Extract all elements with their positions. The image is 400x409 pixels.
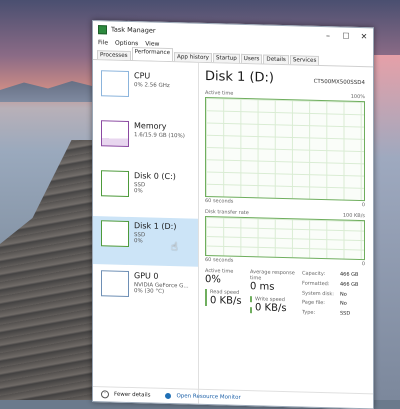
tab-services[interactable]: Services: [289, 55, 320, 65]
tab-users[interactable]: Users: [240, 53, 263, 64]
detail-title: Disk 1 (D:): [205, 68, 274, 86]
active-time-graph-label: Active time: [205, 89, 234, 97]
wallpaper-sky-strip: [370, 55, 400, 400]
resource-usage: 0%: [134, 188, 143, 195]
tab-performance[interactable]: Performance: [131, 47, 174, 62]
resource-monitor-icon[interactable]: [165, 392, 172, 400]
response-time-value: 0 ms: [250, 281, 275, 293]
cpu-thumbnail-graph: [101, 70, 129, 97]
transfer-axis-start: 60 seconds: [205, 256, 234, 264]
resource-name: Disk 1 (D:): [134, 221, 177, 232]
resource-item-disk-1[interactable]: Disk 1 (D:) SSD 0%: [93, 216, 198, 267]
disk0-thumbnail-graph: [101, 170, 129, 197]
disk-model: CT500MX500SSD4: [313, 78, 365, 87]
minimize-icon[interactable]: –: [319, 30, 337, 40]
tab-details[interactable]: Details: [263, 54, 289, 65]
chevron-up-icon[interactable]: ˄: [101, 390, 109, 399]
prop-key: Page file:: [302, 299, 325, 307]
disk-stats: Active time 0% Read speed 0 KB/s Average…: [205, 268, 365, 320]
maximize-icon[interactable]: ☐: [337, 31, 355, 40]
transfer-rate-graph: [205, 215, 365, 261]
prop-value: SSD: [339, 310, 351, 317]
prop-key: Capacity:: [302, 270, 326, 278]
resource-item-cpu[interactable]: CPU 0% 2.56 GHz: [93, 66, 198, 117]
active-time-axis-start: 60 seconds: [205, 197, 234, 205]
active-time-axis-end: 0: [361, 202, 365, 209]
prop-key: Type:: [302, 309, 316, 317]
window-title: Task Manager: [111, 25, 156, 35]
resource-name: Disk 0 (C:): [134, 171, 176, 182]
gpu-thumbnail-graph: [101, 270, 129, 297]
mouse-pointer-icon: ☝: [171, 240, 178, 254]
menu-view[interactable]: View: [145, 40, 159, 47]
active-time-graph-max: 100%: [350, 93, 365, 101]
transfer-rate-graph-max: 100 KB/s: [342, 212, 365, 220]
active-time-value: 0%: [205, 273, 221, 286]
resource-name: CPU: [134, 71, 151, 81]
resource-name: Memory: [134, 121, 167, 131]
write-speed-value: 0 KB/s: [255, 302, 287, 315]
fewer-details-button[interactable]: Fewer details: [114, 392, 150, 399]
close-icon[interactable]: ✕: [355, 31, 373, 41]
prop-value: 466 GB: [339, 271, 359, 278]
transfer-rate-graph-label: Disk transfer rate: [205, 208, 249, 217]
menu-file[interactable]: File: [98, 39, 108, 46]
prop-key: Formatted:: [302, 280, 330, 288]
resource-item-gpu-0[interactable]: GPU 0 NVIDIA GeForce G... 0% (30 °C): [93, 266, 198, 317]
resource-list: CPU 0% 2.56 GHz Memory 1.6/15.9 GB (10%)…: [93, 60, 199, 404]
prop-value: No: [339, 291, 347, 298]
task-manager-icon: [98, 24, 107, 34]
read-speed-value: 0 KB/s: [210, 295, 242, 307]
resource-item-disk-0[interactable]: Disk 0 (C:) SSD 0%: [93, 166, 198, 217]
resource-item-memory[interactable]: Memory 1.6/15.9 GB (10%): [93, 116, 198, 167]
tab-processes[interactable]: Processes: [97, 50, 131, 61]
prop-value: No: [339, 300, 347, 308]
resource-usage: 0% (30 °C): [134, 288, 165, 295]
menu-options[interactable]: Options: [115, 39, 138, 47]
disk1-thumbnail-graph: [101, 220, 129, 247]
prop-key: System disk:: [302, 290, 334, 297]
tab-app-history[interactable]: App history: [174, 52, 212, 63]
disk-detail-panel: Disk 1 (D:) CT500MX500SSD4 Active time 1…: [199, 63, 373, 409]
memory-thumbnail-graph: [101, 120, 129, 147]
active-time-graph: [205, 96, 365, 202]
resource-usage: 0% 2.56 GHz: [134, 82, 170, 90]
resource-name: GPU 0: [134, 271, 159, 281]
task-manager-window[interactable]: Task Manager – ☐ ✕ File Options View Pro…: [92, 20, 374, 409]
disk-properties: Capacity: 466 GB Formatted: 466 GB System …: [302, 270, 358, 319]
resource-usage: 1.6/15.9 GB (10%): [134, 132, 185, 140]
transfer-axis-end: 0: [361, 261, 365, 268]
tab-startup[interactable]: Startup: [212, 53, 240, 63]
prop-value: 466 GB: [339, 281, 359, 288]
